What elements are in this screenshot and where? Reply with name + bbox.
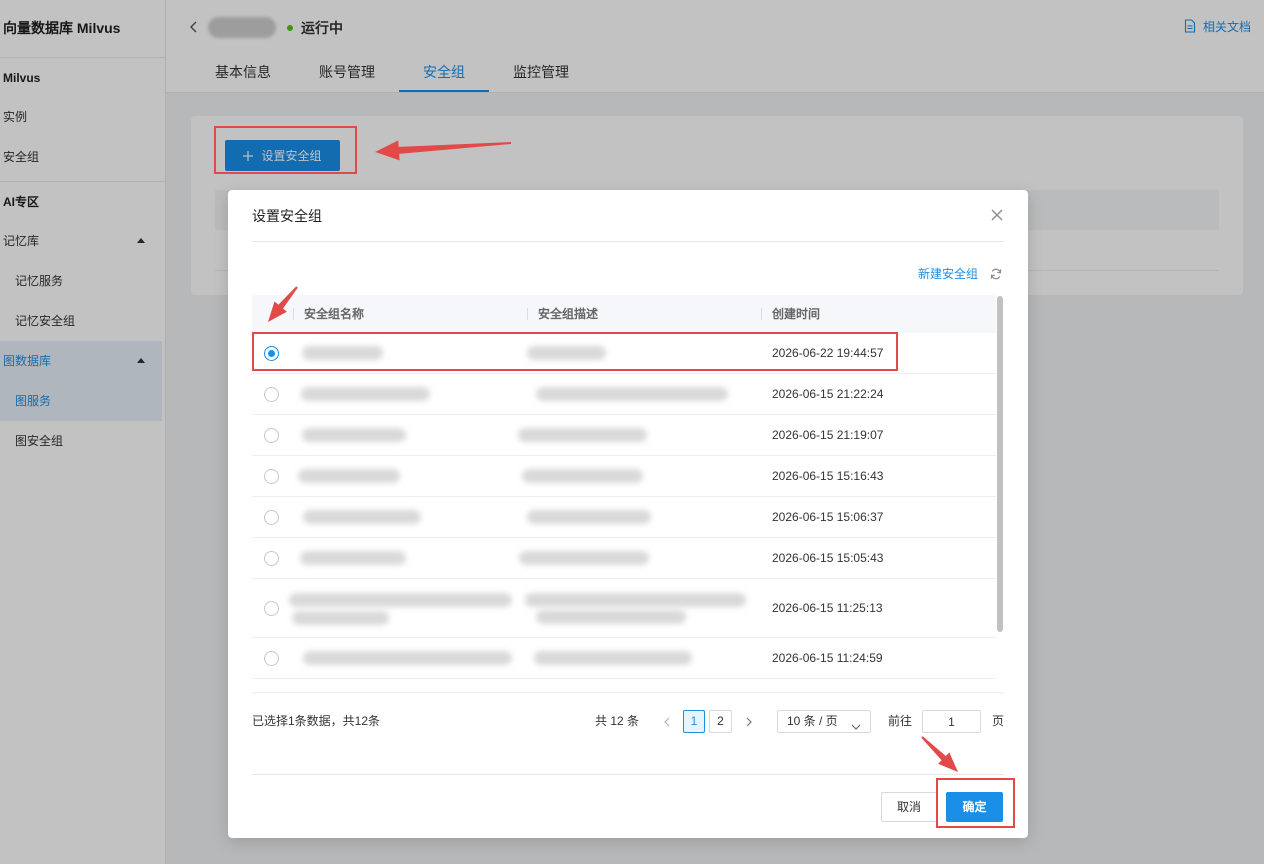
redacted-description <box>527 510 651 524</box>
confirm-button[interactable]: 确定 <box>946 792 1003 822</box>
column-separator <box>527 308 528 320</box>
table-row[interactable]: 2026-06-15 15:05:43 <box>252 538 996 579</box>
modal-divider <box>252 241 1004 242</box>
redacted-name <box>302 346 383 360</box>
modal-footer-divider <box>252 774 1004 775</box>
row-radio[interactable] <box>264 692 279 693</box>
redacted-name <box>300 551 406 565</box>
created-time: 2026-06-15 15:16:43 <box>772 469 884 483</box>
table-row[interactable]: 2026-06-15 11:24:59 <box>252 638 996 679</box>
row-radio[interactable] <box>264 469 279 484</box>
goto-page-input[interactable] <box>922 710 981 733</box>
refresh-icon[interactable] <box>990 268 1002 280</box>
page-size-select[interactable]: 10 条 / 页 <box>777 710 871 733</box>
created-time: 2026-06-15 11:25:13 <box>772 601 883 615</box>
created-time: 2026-06-15 15:05:43 <box>772 551 884 565</box>
goto-label: 前往 <box>888 714 913 728</box>
chevron-left-icon[interactable] <box>663 716 671 727</box>
redacted-name <box>302 428 406 442</box>
table-header: 安全组名称 安全组描述 创建时间 <box>252 295 996 333</box>
redacted-description <box>534 651 692 665</box>
page-size-value: 10 条 / 页 <box>787 714 838 728</box>
pagination-total: 共 12 条 <box>595 714 640 728</box>
row-radio[interactable] <box>264 510 279 525</box>
chevron-right-icon[interactable] <box>745 716 753 727</box>
created-time: 2026-06-22 19:44:57 <box>772 346 884 360</box>
table-row[interactable]: 2026-06-15 11:25:13 <box>252 579 996 638</box>
redacted-description <box>527 346 606 360</box>
column-separator <box>761 308 762 320</box>
redacted-description <box>519 551 649 565</box>
table-row[interactable]: 2026-06-15 15:06:37 <box>252 497 996 538</box>
table-row[interactable] <box>252 679 996 693</box>
created-time: 2026-06-15 15:06:37 <box>772 510 884 524</box>
row-radio[interactable] <box>264 428 279 443</box>
row-radio[interactable] <box>264 346 279 361</box>
redacted-name <box>303 651 512 665</box>
redacted-description <box>536 610 686 624</box>
goto-suffix: 页 <box>992 714 1005 728</box>
table-row[interactable]: 2026-06-15 21:22:24 <box>252 374 996 415</box>
table-scrollbar[interactable] <box>997 296 1003 632</box>
table-row[interactable]: 2026-06-15 21:19:07 <box>252 415 996 456</box>
page-button[interactable]: 2 <box>709 710 732 733</box>
table-row[interactable]: 2026-06-22 19:44:57 <box>252 333 996 374</box>
column-separator <box>293 308 294 320</box>
redacted-name <box>303 510 421 524</box>
redacted-description <box>536 387 728 401</box>
row-radio[interactable] <box>264 387 279 402</box>
row-radio[interactable] <box>264 651 279 666</box>
redacted-name <box>289 593 512 607</box>
redacted-description <box>525 593 746 607</box>
redacted-name <box>298 469 400 483</box>
page-button[interactable]: 1 <box>683 710 705 733</box>
create-security-group-link[interactable]: 新建安全组 <box>918 266 978 282</box>
chevron-down-icon <box>851 719 861 730</box>
close-icon[interactable] <box>990 208 1004 222</box>
created-time: 2026-06-15 21:19:07 <box>772 428 884 442</box>
selection-summary: 已选择1条数据，共12条 <box>252 714 381 728</box>
redacted-name <box>301 387 430 401</box>
row-radio[interactable] <box>264 601 279 616</box>
redacted-name <box>292 611 389 625</box>
column-header-name: 安全组名称 <box>304 307 365 321</box>
row-radio[interactable] <box>264 551 279 566</box>
column-header-created-time: 创建时间 <box>772 307 821 321</box>
set-security-group-dialog: 设置安全组 新建安全组 安全组名称 安全组描述 创建时间 2026-06-22 … <box>228 190 1028 838</box>
redacted-description <box>518 428 647 442</box>
redacted-description <box>522 469 643 483</box>
security-group-table: 安全组名称 安全组描述 创建时间 2026-06-22 19:44:57 202… <box>252 295 1004 693</box>
created-time: 2026-06-15 11:24:59 <box>772 651 883 665</box>
column-header-description: 安全组描述 <box>538 307 599 321</box>
created-time: 2026-06-15 21:22:24 <box>772 387 884 401</box>
table-row[interactable]: 2026-06-15 15:16:43 <box>252 456 996 497</box>
cancel-button[interactable]: 取消 <box>881 792 937 822</box>
modal-title: 设置安全组 <box>252 208 322 224</box>
